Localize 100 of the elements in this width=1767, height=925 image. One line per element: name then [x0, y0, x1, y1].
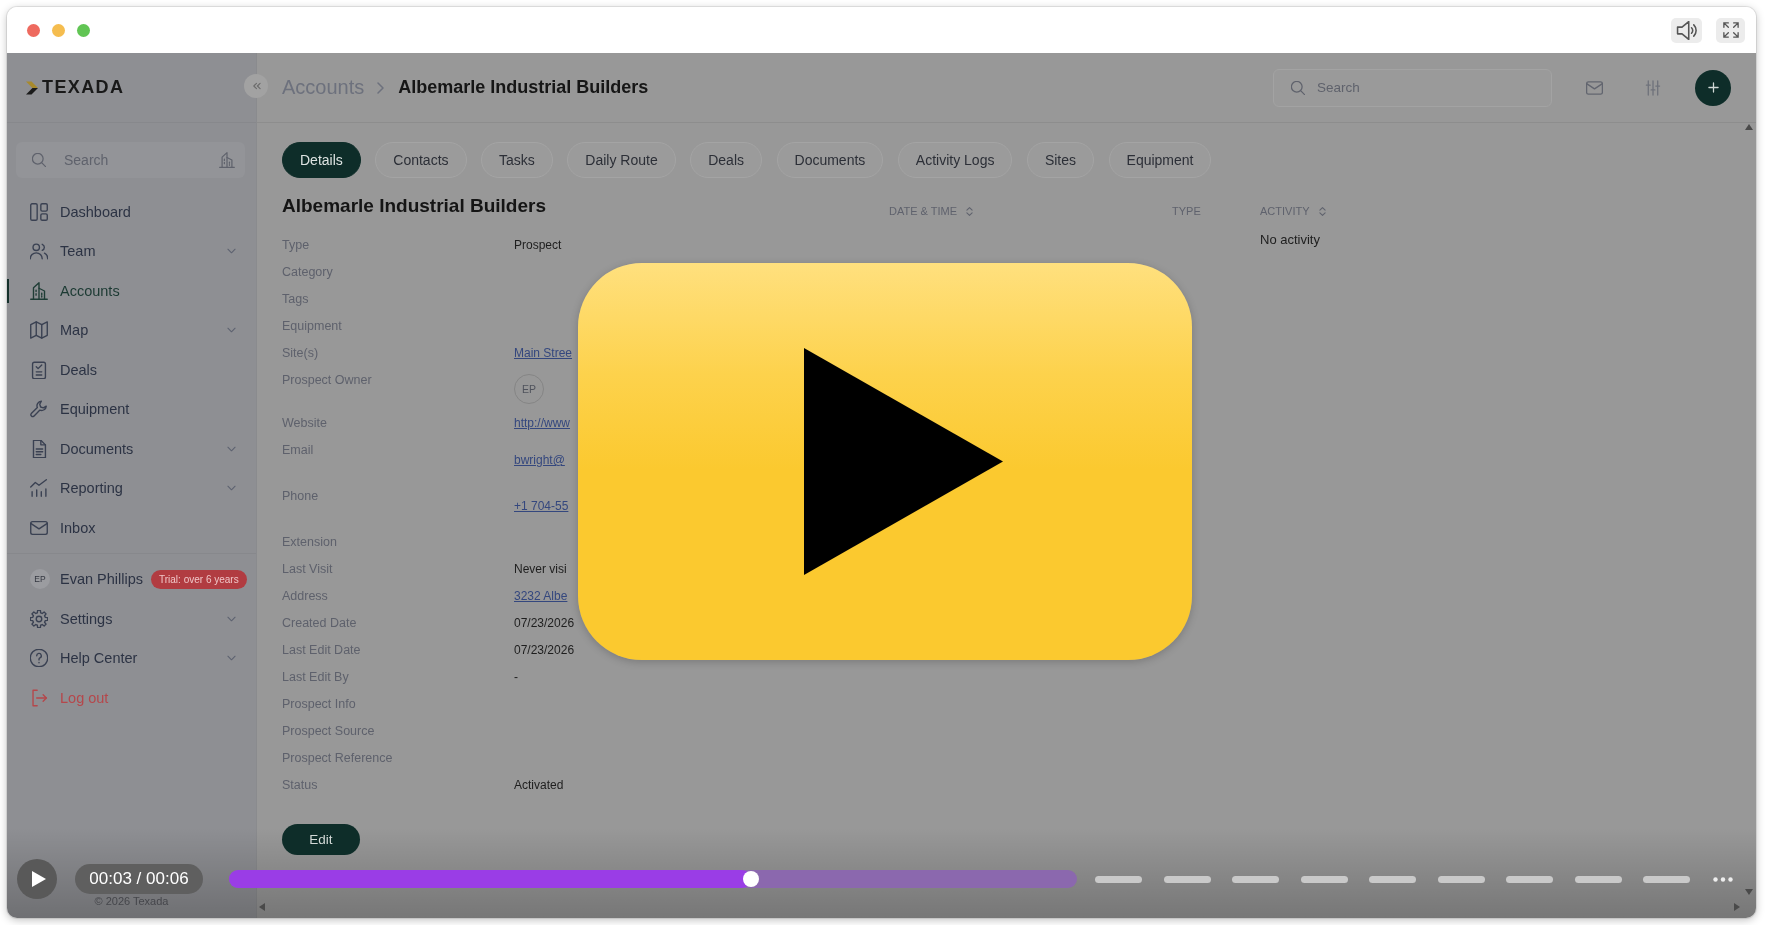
field-label: Site(s) [282, 345, 320, 362]
clipboard-icon [30, 360, 48, 379]
play-button[interactable] [578, 263, 1192, 660]
field-label: Created Date [282, 615, 358, 632]
tab[interactable]: Activity Logs [897, 142, 1013, 178]
field-label: Address [282, 588, 329, 605]
envelope-icon[interactable] [1586, 80, 1603, 95]
scroll-down-icon[interactable] [1745, 889, 1753, 895]
fullscreen-button[interactable] [1716, 17, 1745, 43]
search-field[interactable]: Search [1273, 68, 1552, 107]
scroll-up-icon[interactable] [1745, 124, 1753, 130]
timeline-segment [1232, 875, 1279, 883]
play-icon [803, 348, 1003, 575]
field-label: Last Edit Date [282, 642, 362, 659]
sliders-icon[interactable] [1645, 79, 1661, 96]
field-label: Phone [282, 488, 320, 505]
timeline-segment [1095, 875, 1142, 883]
field-value: - [514, 669, 518, 686]
users-icon [30, 242, 48, 261]
sort-icon[interactable] [966, 205, 974, 217]
nav-item[interactable]: Team [7, 231, 256, 271]
nav-item[interactable]: Settings [7, 599, 256, 639]
field-label: Status [282, 777, 319, 794]
nav-item[interactable]: Help Center [7, 638, 256, 678]
layout-icon [30, 202, 48, 221]
field-label: Prospect Owner [282, 372, 373, 389]
building-icon [30, 281, 48, 300]
add-button[interactable] [1695, 69, 1731, 106]
tab[interactable]: Documents [776, 142, 884, 178]
field-label: Extension [282, 534, 338, 551]
field-label: Type [282, 237, 311, 254]
field-value: Prospect [514, 237, 562, 254]
fullscreen-icon [1722, 22, 1739, 38]
column-header: ACTIVITY [1260, 205, 1310, 217]
field-value: Activated [514, 777, 564, 794]
nav-item[interactable]: Reporting [7, 468, 256, 508]
tab[interactable]: Contacts [375, 142, 467, 178]
timeline-segment [1369, 875, 1416, 883]
field-link[interactable]: bwright@ [514, 447, 565, 474]
tab[interactable]: Sites [1026, 142, 1095, 178]
zoom-window-icon[interactable] [77, 23, 90, 37]
nav-item[interactable]: Map [7, 310, 256, 350]
field-label: Prospect Source [282, 723, 376, 740]
sort-icon[interactable] [1318, 205, 1326, 217]
progress-track[interactable] [229, 870, 1077, 888]
timeline-segment [1300, 875, 1348, 883]
timeline-segment [1574, 875, 1622, 883]
field-link[interactable]: Main Stree [514, 340, 573, 367]
field-label: Last Edit By [282, 669, 350, 686]
field-link[interactable]: http://www [514, 410, 570, 437]
user-avatar: EP [30, 569, 50, 590]
field-label: Category [282, 264, 334, 281]
minimize-window-icon[interactable] [52, 23, 65, 37]
field-link[interactable]: +1 704-55 [514, 493, 569, 520]
building-icon [219, 152, 235, 168]
timeline-segment [1506, 875, 1553, 883]
nav-item[interactable]: Documents [7, 429, 256, 469]
nav-item[interactable]: Accounts [7, 271, 256, 311]
nav-item[interactable]: Dashboard [7, 192, 256, 232]
tab[interactable]: Deals [690, 142, 762, 178]
field-value: 07/23/2026 [514, 615, 575, 632]
field-label: Last Visit [282, 561, 334, 578]
field-value: Never visi [514, 561, 567, 578]
column-header: TYPE [1172, 205, 1201, 217]
nav-item[interactable]: Deals [7, 350, 256, 390]
edit-button[interactable]: Edit [282, 824, 360, 855]
scroll-left-icon[interactable] [259, 903, 265, 911]
logo-mark-icon [26, 80, 38, 95]
map-icon [30, 321, 48, 340]
field-label: Prospect Info [282, 696, 357, 713]
field-label: Prospect Reference [282, 750, 394, 767]
tab[interactable]: Tasks [481, 142, 553, 178]
tab[interactable]: Details [282, 142, 361, 178]
close-window-icon[interactable] [27, 23, 40, 37]
speaker-icon [1676, 20, 1697, 40]
video-time: 00:03 / 00:06 [75, 864, 203, 894]
timeline-segment [1643, 875, 1690, 883]
volume-button[interactable] [1671, 17, 1702, 43]
timeline-segment [1437, 875, 1485, 883]
field-link[interactable]: 3232 Albe [514, 583, 568, 610]
account-title: Albemarle Industrial Builders [282, 194, 547, 218]
scroll-right-icon[interactable] [1734, 903, 1740, 911]
column-header: DATE & TIME [889, 205, 958, 217]
tab[interactable]: Daily Route [567, 142, 676, 178]
tab[interactable]: Equipment [1108, 142, 1212, 178]
nav-item[interactable]: Inbox [7, 508, 256, 548]
play-icon [31, 871, 46, 887]
gear-icon [30, 609, 48, 628]
field-label: Email [282, 442, 315, 459]
double-chevron-left-icon [251, 82, 261, 90]
timeline-segment [1163, 875, 1211, 883]
envelope-icon [30, 518, 48, 537]
nav-item[interactable]: Equipment [7, 389, 256, 429]
document-icon [30, 439, 48, 458]
chart-icon [30, 479, 48, 498]
wrench-icon [30, 400, 48, 419]
empty-message: No activity [1260, 232, 1320, 248]
search-icon [32, 153, 46, 167]
more-icon[interactable] [1713, 876, 1733, 882]
logout-icon [30, 688, 48, 707]
